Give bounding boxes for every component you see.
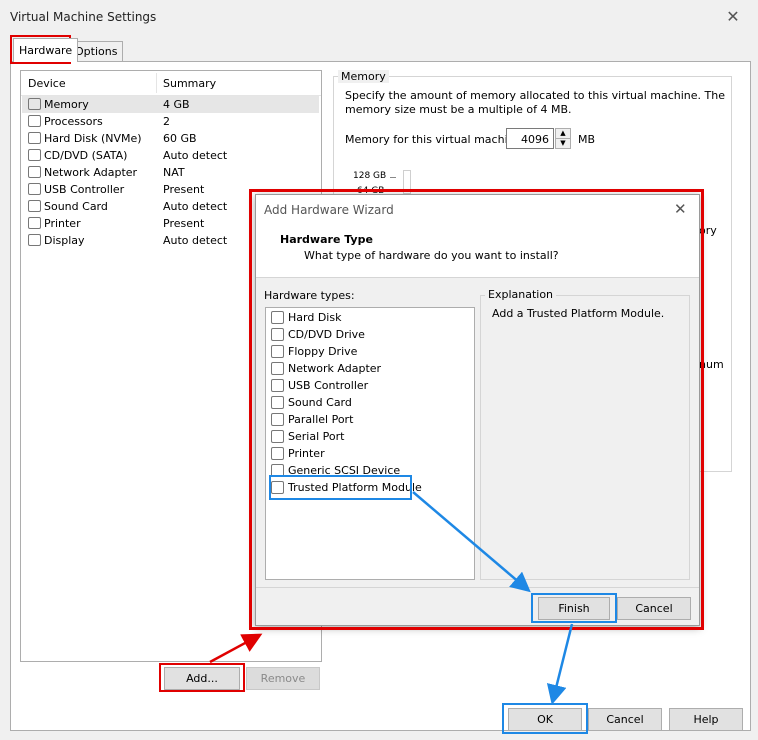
- red-arrow: [209, 633, 263, 664]
- tab-hardware[interactable]: Hardware: [13, 38, 79, 62]
- annotation-arrows: [209, 491, 574, 705]
- blue-arrow-to-ok: [546, 623, 574, 705]
- blue-arrow-to-finish: [412, 491, 531, 593]
